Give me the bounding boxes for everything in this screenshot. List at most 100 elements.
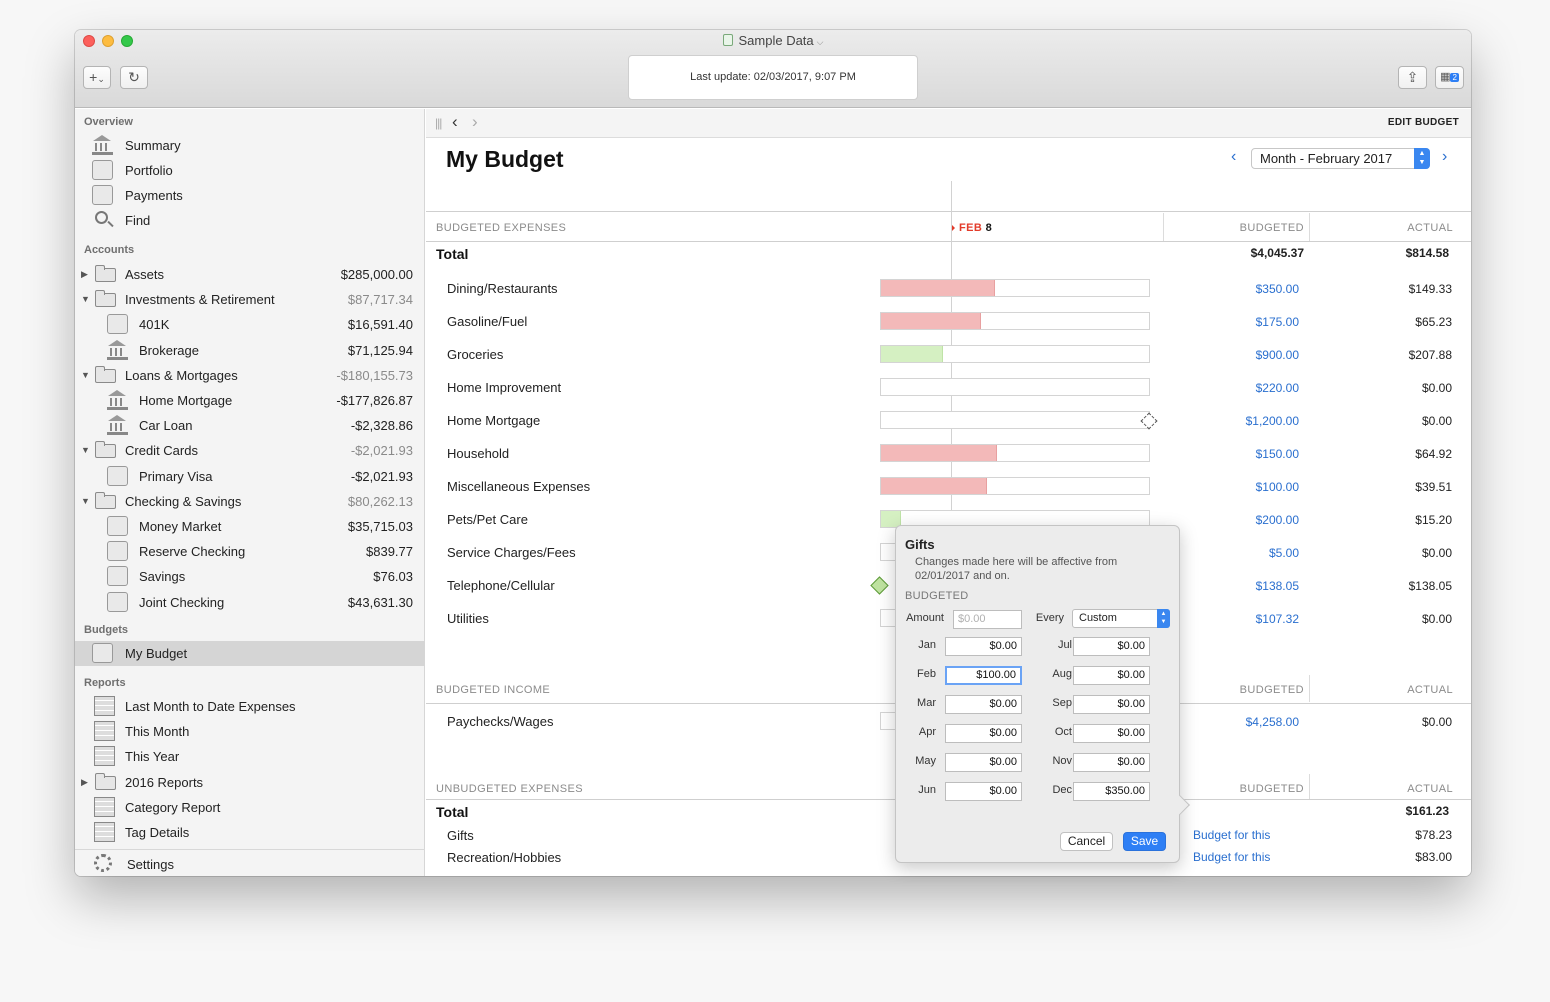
sidebar-item-account[interactable]: Home Mortgage -$177,826.87 xyxy=(75,388,425,413)
month-amount-input[interactable]: $0.00 xyxy=(1073,637,1150,656)
sidebar-item-account[interactable]: Primary Visa -$2,021.93 xyxy=(75,464,425,489)
sidebar-item-account[interactable]: Reserve Checking $839.77 xyxy=(75,539,425,564)
income-row-label[interactable]: Paychecks/Wages xyxy=(447,714,553,729)
sidebar-grip-icon[interactable]: ||| xyxy=(435,116,442,130)
disclosure-right-icon[interactable]: ▶ xyxy=(81,777,88,788)
next-period-icon[interactable]: › xyxy=(1442,148,1447,166)
expense-budgeted-value[interactable]: $175.00 xyxy=(1179,315,1299,329)
sidebar-item-account[interactable]: Car Loan -$2,328.86 xyxy=(75,413,425,438)
expense-budgeted-value[interactable]: $107.32 xyxy=(1179,612,1299,626)
window-title[interactable]: Sample Data ⌵ xyxy=(75,33,1471,48)
upload-tray-icon xyxy=(92,185,113,205)
stepper-icon: ▲ ▼ xyxy=(1414,148,1430,169)
sidebar-item-my-budget[interactable]: My Budget xyxy=(75,641,425,666)
edit-budget-button[interactable]: EDIT BUDGET xyxy=(1388,117,1459,128)
forward-arrow-icon[interactable]: › xyxy=(472,112,478,132)
folder-icon xyxy=(95,772,116,790)
expense-budgeted-value[interactable]: $200.00 xyxy=(1179,513,1299,527)
sidebar-item-report[interactable]: Tag Details xyxy=(75,820,425,845)
expense-budgeted-value[interactable]: $220.00 xyxy=(1179,381,1299,395)
expense-budgeted-value[interactable]: $5.00 xyxy=(1179,546,1299,560)
sidebar-item-account[interactable]: 401K $16,591.40 xyxy=(75,312,425,337)
month-amount-input[interactable]: $0.00 xyxy=(1073,753,1150,772)
sidebar-item-account[interactable]: ▼ Credit Cards -$2,021.93 xyxy=(75,438,425,463)
expense-budgeted-value[interactable]: $900.00 xyxy=(1179,348,1299,362)
inspector-button[interactable]: ▦ 2 xyxy=(1435,66,1464,89)
sidebar-item-report[interactable]: This Year xyxy=(75,744,425,769)
expense-row-label[interactable]: Home Improvement xyxy=(447,380,561,395)
frequency-select[interactable]: Custom ▲ ▼ xyxy=(1072,609,1170,628)
budget-for-this-link[interactable]: Budget for this xyxy=(1193,850,1270,864)
month-amount-input[interactable]: $0.00 xyxy=(945,724,1022,743)
page-title: My Budget xyxy=(446,146,564,172)
expense-row-label[interactable]: Pets/Pet Care xyxy=(447,512,528,527)
back-arrow-icon[interactable]: ‹ xyxy=(452,112,458,132)
expense-row-label[interactable]: Household xyxy=(447,446,509,461)
save-button[interactable]: Save xyxy=(1123,832,1166,851)
month-label: Nov xyxy=(1052,755,1072,767)
account-icon xyxy=(107,541,128,562)
sidebar-item-account[interactable]: Brokerage $71,125.94 xyxy=(75,338,425,363)
cancel-button[interactable]: Cancel xyxy=(1060,832,1113,851)
expense-row-label[interactable]: Dining/Restaurants xyxy=(447,281,558,296)
period-select[interactable]: Month - February 2017 ▲ ▼ xyxy=(1251,148,1430,169)
expense-budgeted-value[interactable]: $350.00 xyxy=(1179,282,1299,296)
month-amount-input[interactable]: $100.00 xyxy=(945,666,1022,685)
sidebar-item-summary[interactable]: Summary xyxy=(75,133,425,158)
sidebar-item-label: Reserve Checking xyxy=(139,544,246,560)
sidebar-item-account[interactable]: ▼ Investments & Retirement $87,717.34 xyxy=(75,287,425,312)
expense-row-label[interactable]: Groceries xyxy=(447,347,503,362)
month-amount-input[interactable]: $0.00 xyxy=(945,637,1022,656)
expense-row-label[interactable]: Service Charges/Fees xyxy=(447,545,576,560)
export-button[interactable]: ⇪ xyxy=(1398,66,1427,89)
sidebar-item-account[interactable]: Savings $76.03 xyxy=(75,564,425,589)
budget-for-this-link[interactable]: Budget for this xyxy=(1193,828,1270,842)
disclosure-down-icon[interactable]: ▼ xyxy=(81,370,90,380)
month-amount-input[interactable]: $0.00 xyxy=(1073,666,1150,685)
expense-budgeted-value[interactable]: $150.00 xyxy=(1179,447,1299,461)
sidebar-item-report[interactable]: ▶ 2016 Reports xyxy=(75,770,425,795)
sidebar-item-report[interactable]: Category Report xyxy=(75,795,425,820)
amount-input[interactable]: $0.00 xyxy=(953,610,1022,629)
sidebar-item-account[interactable]: ▼ Loans & Mortgages -$180,155.73 xyxy=(75,363,425,388)
sidebar-item-portfolio[interactable]: Portfolio xyxy=(75,158,425,183)
sidebar-item-account[interactable]: ▼ Checking & Savings $80,262.13 xyxy=(75,489,425,514)
expense-budgeted-value[interactable]: $1,200.00 xyxy=(1179,414,1299,428)
unbudgeted-row-label[interactable]: Gifts xyxy=(447,828,474,843)
popover-title: Gifts xyxy=(905,537,935,552)
sidebar-item-find[interactable]: Find xyxy=(75,208,425,233)
sidebar-item-account[interactable]: Joint Checking $43,631.30 xyxy=(75,590,425,615)
month-amount-input[interactable]: $0.00 xyxy=(945,782,1022,801)
sidebar-item-settings[interactable]: Settings xyxy=(75,852,425,876)
refresh-button[interactable]: ↻ xyxy=(120,66,148,89)
month-amount-input[interactable]: $350.00 xyxy=(1073,782,1150,801)
disclosure-right-icon[interactable]: ▶ xyxy=(81,269,88,280)
sidebar-item-amount: $71,125.94 xyxy=(347,342,413,358)
progress-bar xyxy=(880,712,896,730)
expense-row-label[interactable]: Gasoline/Fuel xyxy=(447,314,527,329)
month-amount-input[interactable]: $0.00 xyxy=(945,753,1022,772)
previous-period-icon[interactable]: ‹ xyxy=(1231,148,1236,166)
gear-icon xyxy=(94,854,112,872)
disclosure-down-icon[interactable]: ▼ xyxy=(81,445,90,455)
month-amount-input[interactable]: $0.00 xyxy=(1073,724,1150,743)
sidebar-item-report[interactable]: This Month xyxy=(75,719,425,744)
sidebar-item-payments[interactable]: Payments xyxy=(75,183,425,208)
disclosure-down-icon[interactable]: ▼ xyxy=(81,496,90,506)
add-button[interactable]: +⌄ xyxy=(83,66,111,89)
income-budgeted-value[interactable]: $4,258.00 xyxy=(1179,715,1299,729)
sidebar-item-report[interactable]: Last Month to Date Expenses xyxy=(75,694,425,719)
expense-row-label[interactable]: Telephone/Cellular xyxy=(447,578,555,593)
expense-row-label[interactable]: Home Mortgage xyxy=(447,413,540,428)
expense-row-label[interactable]: Miscellaneous Expenses xyxy=(447,479,590,494)
month-amount-input[interactable]: $0.00 xyxy=(1073,695,1150,714)
expense-budgeted-value[interactable]: $100.00 xyxy=(1179,480,1299,494)
sidebar-item-account[interactable]: Money Market $35,715.03 xyxy=(75,514,425,539)
unbudgeted-row-label[interactable]: Recreation/Hobbies xyxy=(447,850,561,865)
disclosure-down-icon[interactable]: ▼ xyxy=(81,294,90,304)
expense-row-label[interactable]: Utilities xyxy=(447,611,489,626)
sidebar-item-account[interactable]: ▶ Assets $285,000.00 xyxy=(75,262,425,287)
chevron-down-icon: ⌄ xyxy=(97,74,105,84)
month-amount-input[interactable]: $0.00 xyxy=(945,695,1022,714)
expense-budgeted-value[interactable]: $138.05 xyxy=(1179,579,1299,593)
